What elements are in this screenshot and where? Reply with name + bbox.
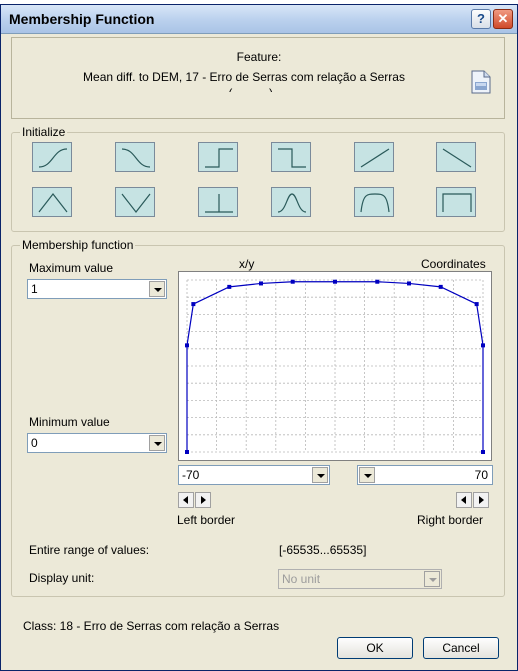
membership-function-label: Membership function [20,238,136,252]
left-border-combo[interactable]: -70 [178,465,330,485]
about-range-icon[interactable] [354,187,394,217]
display-unit-combo[interactable]: No unit [278,569,442,589]
curve-point[interactable] [259,281,263,286]
title-bar: Membership Function ? ✕ [1,5,517,34]
chevron-down-icon[interactable] [149,281,165,297]
linear-increasing-icon[interactable] [354,142,394,172]
curve-point[interactable] [438,284,443,289]
xy-label: x/y [239,257,255,271]
minimum-value-label: Minimum value [29,415,110,429]
ok-button[interactable]: OK [337,637,413,659]
curve-point[interactable] [481,343,485,348]
initialize-label: Initialize [20,125,68,139]
larger-s-shape-icon[interactable] [32,142,72,172]
coordinates-label: Coordinates [421,257,486,271]
full-range-icon[interactable] [436,187,476,217]
membership-chart[interactable] [179,272,491,460]
curve-point[interactable] [227,284,232,289]
curve-point[interactable] [191,302,196,307]
curve-point[interactable] [474,302,479,307]
display-unit-label: Display unit: [29,571,95,585]
curve-point[interactable] [185,343,189,348]
feature-label: Feature: [236,50,282,64]
curve-point[interactable] [333,279,337,284]
right-border-increase-button[interactable] [473,492,489,508]
curve-point[interactable] [290,279,295,284]
inverted-triangle-icon[interactable] [115,187,155,217]
smaller-step-icon[interactable] [271,142,311,172]
curve-point[interactable] [375,279,380,284]
right-border-value: 70 [474,468,488,482]
help-button[interactable]: ? [471,9,491,29]
approximate-gaussian-icon[interactable] [271,187,311,217]
chevron-down-icon[interactable] [312,467,328,483]
triangle-icon[interactable] [32,187,72,217]
larger-step-icon[interactable] [198,142,238,172]
minimum-value: 0 [31,436,38,450]
left-border-value: -70 [182,468,200,482]
chevron-down-icon[interactable] [424,571,440,587]
window-title: Membership Function [9,11,155,27]
right-border-combo[interactable]: 70 [357,465,493,485]
smaller-s-shape-icon[interactable] [115,142,155,172]
feature-name: Mean diff. to DEM, 17 - Erro de Serras c… [83,70,405,84]
feature-panel: Feature: Mean diff. to DEM, 17 - Erro de… [11,37,505,119]
feature-name-line2: ... (... ... ...) [24,86,464,92]
maximum-value-combo[interactable]: 1 [27,279,167,299]
close-button[interactable]: ✕ [493,9,513,29]
singleton-icon[interactable] [198,187,238,217]
maximum-value: 1 [31,282,38,296]
maximum-value-label: Maximum value [29,261,114,275]
chevron-down-icon[interactable] [149,435,165,451]
chevron-down-icon[interactable] [359,467,375,483]
left-border-label: Left border [177,513,236,527]
minimum-value-combo[interactable]: 0 [27,433,167,453]
entire-range-label: Entire range of values: [29,543,150,557]
document-properties-icon[interactable] [470,70,492,94]
linear-decreasing-icon[interactable] [436,142,476,172]
curve-point[interactable] [185,450,189,454]
right-border-label: Right border [417,513,484,527]
initialize-group: Initialize [11,125,505,232]
display-unit-value: No unit [282,572,321,586]
membership-function-plot[interactable] [178,271,492,461]
chart-grid [186,279,484,453]
right-border-decrease-button[interactable] [456,492,472,508]
membership-function-window: Membership Function ? ✕ Feature: Mean di… [0,4,518,671]
entire-range-value: [-65535...65535] [279,543,367,557]
cancel-button[interactable]: Cancel [423,637,499,659]
left-border-decrease-button[interactable] [178,492,194,508]
curve-point[interactable] [481,450,485,454]
membership-curve [186,281,484,452]
curve-point[interactable] [407,281,411,286]
class-text: Class: 18 - Erro de Serras com relação a… [23,619,280,633]
left-border-increase-button[interactable] [195,492,211,508]
